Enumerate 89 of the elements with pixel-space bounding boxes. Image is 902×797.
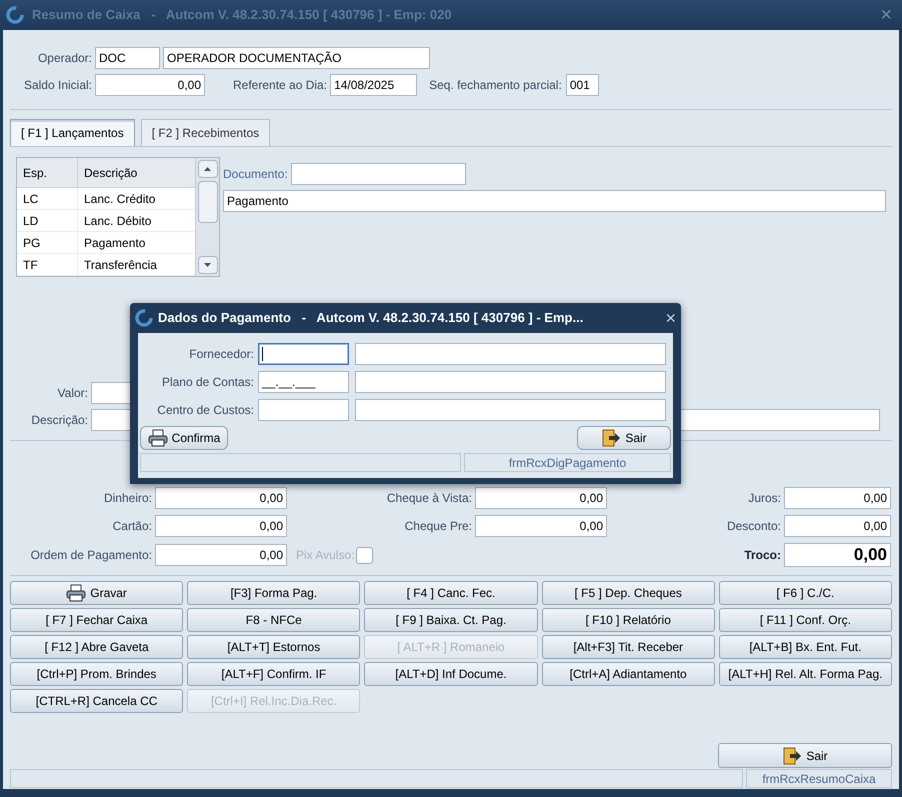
scrollbar[interactable] xyxy=(195,158,219,276)
table-cell-text: Lanc. Crédito xyxy=(83,190,156,208)
amount-field[interactable]: 0,00 xyxy=(155,487,287,509)
action-button[interactable]: [F3] Forma Pag. xyxy=(187,581,360,605)
field-label: Descrição: xyxy=(30,412,89,429)
amount-field[interactable]: 0,00 xyxy=(475,515,607,537)
field-label: Saldo Inicial: xyxy=(22,77,93,94)
operator-code-field[interactable]: DOC xyxy=(95,47,160,69)
table-cell-text: Transferência xyxy=(83,256,158,274)
amount-field[interactable]: 0,00 xyxy=(784,515,891,537)
action-button[interactable]: [ F4 ] Canc. Fec. xyxy=(364,581,538,605)
operator-name-field[interactable]: OPERADOR DOCUMENTAÇÃO xyxy=(163,47,430,69)
name-field[interactable] xyxy=(355,343,666,365)
field-label: Documento: xyxy=(223,166,288,183)
down-arrow-icon xyxy=(204,263,211,267)
field-label: Dinheiro: xyxy=(102,490,153,507)
close-button[interactable]: × xyxy=(665,309,676,327)
scroll-down-button[interactable] xyxy=(198,256,218,274)
status-text: frmRcxResumoCaixa xyxy=(746,769,892,788)
history-field[interactable]: Pagamento xyxy=(223,190,886,212)
initial-balance-field[interactable]: 0,00 xyxy=(95,74,205,96)
action-button[interactable]: [ALT+F] Confirm. IF xyxy=(187,662,360,686)
exit-button[interactable]: Sair xyxy=(577,426,671,450)
action-button[interactable]: Gravar xyxy=(10,581,184,605)
field-label: Ordem de Pagamento: xyxy=(30,547,153,564)
document-field[interactable] xyxy=(290,163,466,185)
amount-field[interactable]: 0,00 xyxy=(155,515,287,537)
dialog-title: Dados do Pagamento - Autcom V. 48.2.30.74.150 [ 430796 ] - Emp... xyxy=(158,309,584,328)
field-label: Operador: xyxy=(36,50,93,67)
printer-icon xyxy=(148,429,168,447)
field-label: Fornecedor: xyxy=(188,346,255,363)
field-label: Juros: xyxy=(747,490,782,507)
action-button[interactable]: [Ctrl+A] Adiantamento xyxy=(542,662,715,686)
table-cell-text: Lanc. Débito xyxy=(83,212,152,230)
up-arrow-icon xyxy=(204,167,211,171)
app-logo-icon xyxy=(135,309,153,327)
window-title: Resumo de Caixa - Autcom V. 48.2.30.74.150 [ 430796 ] - Emp: 020 xyxy=(32,6,453,24)
action-button[interactable]: [ALT+B] Bx. Ent. Fut. xyxy=(718,635,892,659)
status-text: frmRcxDigPagamento xyxy=(464,453,671,472)
action-button[interactable]: [ F6 ] C./C. xyxy=(718,581,892,605)
action-button[interactable]: [ F5 ] Dep. Cheques xyxy=(542,581,715,605)
tab[interactable]: [ F2 ] Recebimentos xyxy=(140,119,270,146)
column-header: Esp. xyxy=(17,158,78,187)
code-field[interactable]: __.__.___ xyxy=(258,371,349,393)
change-total-field[interactable]: 0,00 xyxy=(784,543,891,567)
action-button[interactable]: [ F9 ] Baixa. Ct. Pag. xyxy=(364,608,538,632)
field-label: Cheque à Vista: xyxy=(386,490,473,507)
scroll-up-button[interactable] xyxy=(198,160,218,178)
field-label: Troco: xyxy=(743,547,782,564)
table-cell: PG xyxy=(17,232,78,253)
field-label: Seq. fechamento parcial: xyxy=(429,77,562,94)
amount-field[interactable]: 0,00 xyxy=(155,544,287,566)
tab[interactable]: [ F1 ] Lançamentos xyxy=(10,119,135,146)
column-header: Descrição xyxy=(83,164,138,182)
name-field[interactable] xyxy=(355,371,666,393)
table-cell: TF xyxy=(17,254,78,275)
action-button[interactable]: [Ctrl+P] Prom. Brindes xyxy=(10,662,184,686)
exit-door-icon xyxy=(601,429,622,447)
sequence-field[interactable]: 001 xyxy=(566,74,599,96)
field-label: Cheque Pre: xyxy=(404,518,473,535)
table-cell-text: Pagamento xyxy=(83,234,146,252)
code-field[interactable] xyxy=(258,343,349,365)
action-button[interactable]: [ F11 ] Conf. Orç. xyxy=(718,608,892,632)
action-button[interactable]: F8 - NFCe xyxy=(187,608,360,632)
amount-field[interactable]: 0,00 xyxy=(784,487,891,509)
action-button[interactable]: [CTRL+R] Cancela CC xyxy=(10,689,184,713)
exit-door-icon xyxy=(782,746,802,764)
action-button[interactable]: [ALT+T] Estornos xyxy=(187,635,360,659)
code-field[interactable] xyxy=(258,399,349,421)
name-field[interactable] xyxy=(355,399,666,421)
field-label: Desconto: xyxy=(726,518,782,535)
field-label: Centro de Custos: xyxy=(156,402,255,419)
field-label: Referente ao Dia: xyxy=(233,77,328,94)
action-button[interactable]: [ALT+H] Rel. Alt. Forma Pag. xyxy=(718,662,892,686)
action-button[interactable]: [ F12 ] Abre Gaveta xyxy=(10,635,184,659)
action-button[interactable]: [ F7 ] Fechar Caixa xyxy=(10,608,184,632)
amount-field[interactable]: 0,00 xyxy=(475,487,607,509)
app-logo-icon xyxy=(6,6,24,24)
exit-button[interactable]: Sair xyxy=(718,743,892,768)
table-cell: LD xyxy=(17,210,78,231)
date-field[interactable]: 14/08/2025 xyxy=(330,74,418,96)
action-button[interactable]: [ALT+D] Inf Docume. xyxy=(364,662,538,686)
field-label: Valor: xyxy=(56,385,89,402)
table-cell: LC xyxy=(17,188,78,209)
action-button[interactable]: [Alt+F3] Tit. Receber xyxy=(542,635,715,659)
confirm-button[interactable]: Confirma xyxy=(140,426,228,450)
field-label: Plano de Contas: xyxy=(160,374,255,391)
field-label: Cartão: xyxy=(112,518,153,535)
action-button[interactable]: [ F10 ] Relatório xyxy=(542,608,715,632)
